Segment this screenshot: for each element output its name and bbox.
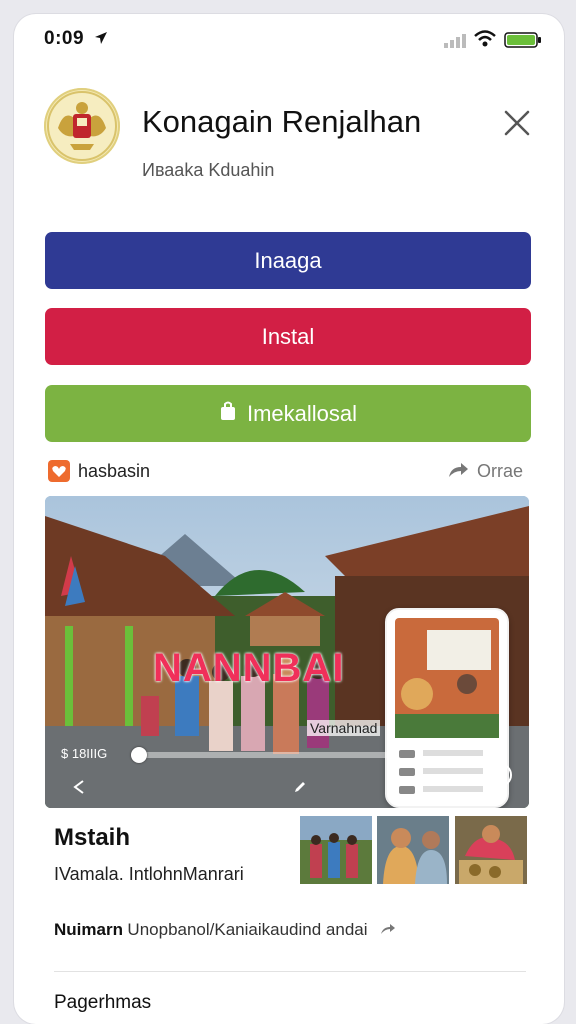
detail-row[interactable]: Nuimarn Unopbanol/Kaniaikaudind andai (54, 920, 534, 950)
pen-icon[interactable] (293, 780, 307, 799)
heart-badge-icon (48, 460, 70, 482)
divider (54, 971, 526, 972)
info-title: Mstaih (54, 824, 131, 851)
install-button[interactable]: Instal (45, 308, 531, 365)
wifi-icon (474, 30, 496, 53)
info-subtitle: IVamala. IntlohnManrari (54, 864, 244, 884)
app-subtitle: Ивааka Kduahin (142, 160, 275, 180)
garuda-emblem-icon (44, 88, 120, 164)
detail-text: Unopbanol/Kaniaikaudind andai (127, 920, 368, 939)
media-caption: Varnahnad (307, 720, 381, 736)
secondary-action-button[interactable]: Imekallosal (45, 385, 531, 442)
share-link[interactable]: Orrae (477, 461, 523, 482)
location-arrow-icon (94, 31, 108, 50)
media-player[interactable]: NANNBAI Varnahnad $ 18IIIG (45, 496, 529, 808)
battery-icon (504, 32, 542, 53)
primary-action-label: Inaaga (254, 247, 322, 273)
player-progress-track[interactable] (131, 747, 391, 763)
section-label: hasbasin (78, 461, 151, 481)
app-title: Konagain Renjalhan (142, 104, 422, 139)
player-progress-knob[interactable] (131, 747, 147, 763)
back-icon[interactable] (73, 780, 85, 799)
bag-icon (219, 401, 237, 427)
section-row: hasbasin Orrae (45, 458, 531, 488)
status-bar: 0:09 (14, 14, 564, 66)
heart-icon[interactable] (487, 762, 513, 793)
share-arrow-icon (380, 922, 396, 940)
install-label: Instal (261, 323, 315, 349)
share-arrow-icon[interactable] (447, 461, 469, 484)
thumbnail-food-preparation[interactable] (455, 816, 527, 884)
media-overlay-title: NANNBAI (153, 646, 345, 690)
player-time: $ 18IIIG (61, 746, 108, 761)
detail-label: Nuimarn (54, 920, 123, 939)
app-header: Konagain Renjalhan Ивааka Kduahin (14, 74, 564, 255)
signal-icon (444, 34, 466, 53)
thumbnail-village-people[interactable] (300, 816, 372, 884)
thumbnail-women-talking[interactable] (377, 816, 449, 884)
phone-screen: 0:09 Konagain Renjalhan Ивааka Kduahin I… (14, 14, 564, 1024)
status-time: 0:09 (44, 28, 85, 49)
footer-title: Pagerhmas (54, 992, 152, 1013)
primary-action-button[interactable]: Inaaga (45, 232, 531, 289)
close-icon[interactable] (500, 106, 534, 140)
secondary-action-label: Imekallosal (246, 400, 358, 426)
